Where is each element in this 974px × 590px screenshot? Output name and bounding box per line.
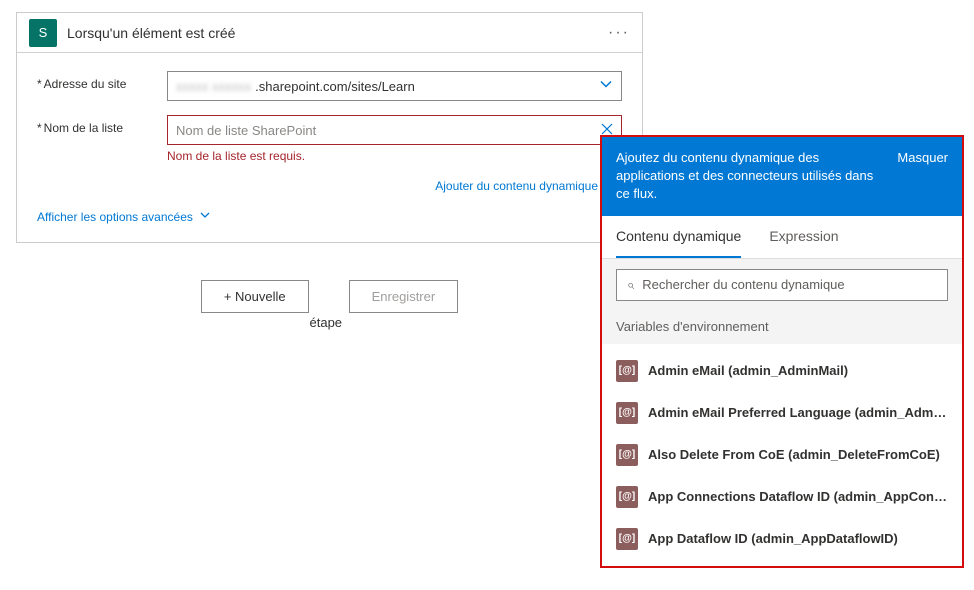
flyout-tabs: Contenu dynamique Expression (602, 216, 962, 259)
card-body: Adresse du site xxxxx xxxxxx .sharepoint… (17, 53, 642, 242)
item-label: Admin eMail (admin_AdminMail) (648, 363, 848, 378)
dynamic-content-list: [@] Admin eMail (admin_AdminMail) [@] Ad… (602, 344, 962, 566)
search-placeholder: Rechercher du contenu dynamique (642, 277, 844, 292)
hide-flyout-link[interactable]: Masquer (897, 149, 948, 167)
list-label: Nom de la liste (37, 115, 167, 135)
tab-dynamic-content[interactable]: Contenu dynamique (616, 216, 741, 258)
dynamic-content-flyout: Ajoutez du contenu dynamique des applica… (600, 135, 964, 568)
item-label: Also Delete From CoE (admin_DeleteFromCo… (648, 447, 940, 462)
card-title: Lorsqu'un élément est créé (67, 25, 608, 41)
new-step-sub-label: étape (250, 315, 410, 330)
field-site-address: Adresse du site xxxxx xxxxxx .sharepoint… (37, 71, 622, 101)
list-placeholder: Nom de liste SharePoint (176, 123, 316, 138)
new-step-button[interactable]: + Nouvelle (201, 280, 309, 313)
list-item[interactable]: [@] Admin eMail (admin_AdminMail) (602, 350, 962, 392)
search-icon: ⌕ (627, 277, 634, 293)
action-sub: étape (16, 315, 643, 330)
field-list-name: Nom de la liste Nom de liste SharePoint … (37, 115, 622, 163)
list-item[interactable]: [@] App Dataflow ID (admin_AppDataflowID… (602, 518, 962, 560)
list-name-input[interactable]: Nom de liste SharePoint (167, 115, 622, 145)
sharepoint-icon: S (29, 19, 57, 47)
list-item[interactable]: [@] Also Delete From CoE (admin_DeleteFr… (602, 434, 962, 476)
list-error-text: Nom de la liste est requis. (167, 149, 622, 163)
site-value-suffix: .sharepoint.com/sites/Learn (255, 79, 415, 94)
site-label: Adresse du site (37, 71, 167, 91)
flyout-header-text: Ajoutez du contenu dynamique des applica… (616, 149, 887, 204)
search-input[interactable]: ⌕ Rechercher du contenu dynamique (616, 269, 948, 301)
tab-expression[interactable]: Expression (769, 216, 838, 258)
token-icon: [@] (616, 360, 638, 382)
show-advanced-link[interactable]: Afficher les options avancées (37, 205, 211, 230)
card-header[interactable]: S Lorsqu'un élément est créé ··· (17, 13, 642, 53)
advanced-label: Afficher les options avancées (37, 210, 193, 224)
action-row: + Nouvelle Enregistrer (16, 280, 643, 313)
section-header-env-vars: Variables d'environnement (602, 309, 962, 344)
save-button[interactable]: Enregistrer (349, 280, 459, 313)
flyout-header: Ajoutez du contenu dynamique des applica… (602, 137, 962, 216)
add-dynamic-content-link[interactable]: Ajouter du contenu dynamique (435, 179, 598, 193)
item-label: App Connections Dataflow ID (admin_AppCo… (648, 489, 948, 504)
token-icon: [@] (616, 444, 638, 466)
trigger-card: S Lorsqu'un élément est créé ··· Adresse… (16, 12, 643, 243)
ellipsis-icon[interactable]: ··· (608, 24, 630, 42)
add-dynamic-row: Ajouter du contenu dynamique + (37, 177, 622, 195)
chevron-down-icon[interactable] (599, 78, 613, 95)
item-label: App Dataflow ID (admin_AppDataflowID) (648, 531, 898, 546)
token-icon: [@] (616, 528, 638, 550)
token-icon: [@] (616, 402, 638, 424)
item-label: Admin eMail Preferred Language (admin_Ad… (648, 405, 948, 420)
list-item[interactable]: [@] App Connections Dataflow ID (admin_A… (602, 476, 962, 518)
flyout-search-wrap: ⌕ Rechercher du contenu dynamique (602, 259, 962, 309)
site-value-prefix: xxxxx xxxxxx (176, 79, 251, 94)
list-item[interactable]: [@] Admin eMail Preferred Language (admi… (602, 392, 962, 434)
site-address-input[interactable]: xxxxx xxxxxx .sharepoint.com/sites/Learn (167, 71, 622, 101)
chevron-down-icon (199, 209, 211, 224)
token-icon: [@] (616, 486, 638, 508)
